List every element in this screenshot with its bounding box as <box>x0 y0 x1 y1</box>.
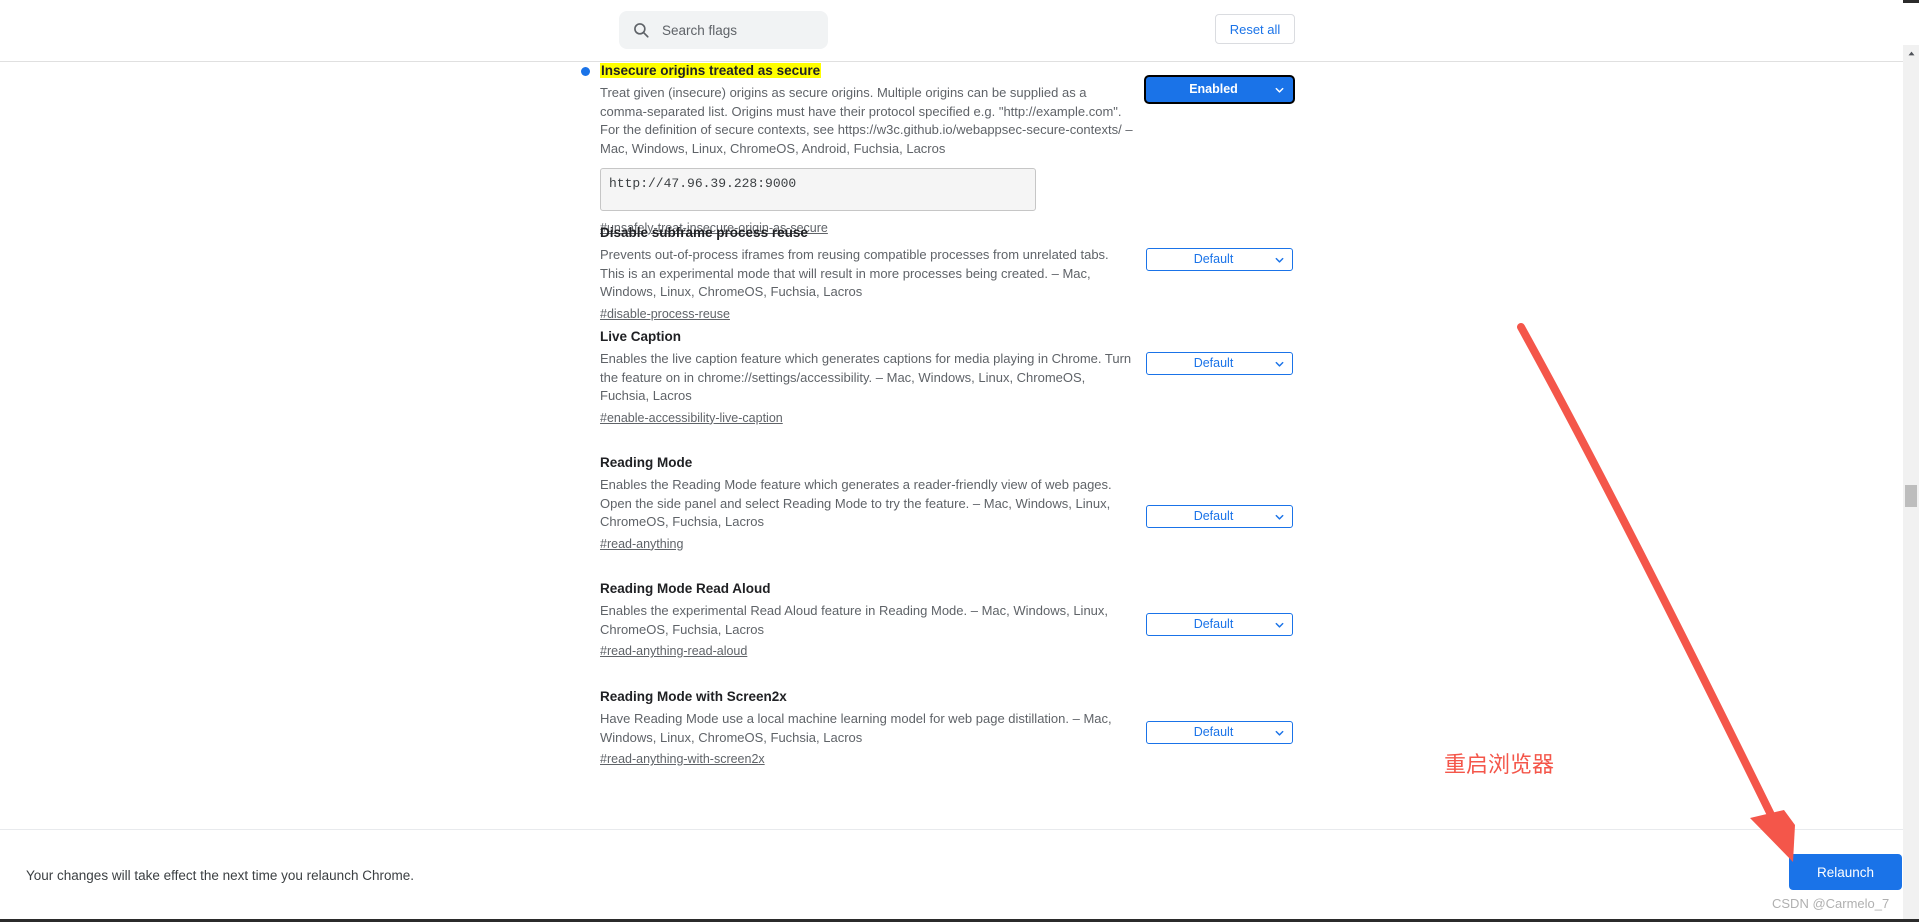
flag-select-wrap[interactable]: Default <box>1146 248 1293 271</box>
flag-value-input[interactable] <box>600 168 1036 212</box>
flag-description: Have Reading Mode use a local machine le… <box>600 711 1112 745</box>
flag-select[interactable]: Default <box>1146 248 1293 271</box>
flag-description: Enables the live caption feature which g… <box>600 351 1132 404</box>
flag-select[interactable]: Enabled <box>1146 77 1293 102</box>
flag-select[interactable]: Default <box>1146 721 1293 744</box>
flag-select-wrap[interactable]: Default <box>1146 505 1293 528</box>
chevron-up-icon <box>1908 51 1914 55</box>
flag-select[interactable]: Default <box>1146 505 1293 528</box>
flag-description: Treat given (insecure) origins as secure… <box>600 85 1133 156</box>
flag-select-wrap[interactable]: Default <box>1146 721 1293 744</box>
flag-title: Reading Mode with Screen2x <box>600 689 787 704</box>
flag-select-wrap[interactable]: Enabled <box>1146 77 1293 102</box>
flag-select-wrap[interactable]: Default <box>1146 613 1293 636</box>
flag-title-wrap: Reading Mode <box>600 454 1135 472</box>
scrollbar-thumb[interactable] <box>1905 485 1917 507</box>
flag-description: Enables the experimental Read Aloud feat… <box>600 603 1109 637</box>
flag-internal-name-link[interactable]: #read-anything-read-aloud <box>600 644 747 658</box>
annotation-note: 重启浏览器 <box>1444 753 1555 778</box>
watermark: CSDN @Carmelo_7 <box>1772 896 1890 911</box>
flag-select[interactable]: Default <box>1146 352 1293 375</box>
flag-title: Reading Mode Read Aloud <box>600 581 771 596</box>
chrome-flags-page: Reset all Insecure origins treated as se… <box>0 0 1919 922</box>
flag-internal-name-link[interactable]: #disable-process-reuse <box>600 307 730 321</box>
flag-title: Insecure origins treated as secure <box>600 63 822 78</box>
flag-title-wrap: Disable subframe process reuse <box>600 224 1135 242</box>
flag-select-wrap[interactable]: Default <box>1146 352 1293 375</box>
flag-title-wrap: Live Caption <box>600 328 1135 346</box>
flag-title: Live Caption <box>600 329 682 344</box>
search-input[interactable] <box>662 22 812 38</box>
relaunch-bar: Your changes will take effect the next t… <box>0 829 1903 922</box>
flags-list: Insecure origins treated as secure Treat… <box>0 62 1903 829</box>
flag-internal-name-link[interactable]: #read-anything-with-screen2x <box>600 752 765 766</box>
flag-title-wrap: Reading Mode Read Aloud <box>600 580 1135 598</box>
flag-title-wrap: Insecure origins treated as secure <box>600 62 1135 80</box>
search-icon <box>634 23 649 38</box>
flag-select[interactable]: Default <box>1146 613 1293 636</box>
search-box[interactable] <box>619 11 828 49</box>
flag-description: Prevents out-of-process iframes from reu… <box>600 247 1109 300</box>
relaunch-message: Your changes will take effect the next t… <box>26 868 414 883</box>
flag-title-wrap: Reading Mode with Screen2x <box>600 688 1135 706</box>
reset-all-button[interactable]: Reset all <box>1215 14 1295 44</box>
scroll-up-arrow-icon[interactable] <box>1903 45 1919 61</box>
flags-toolbar: Reset all <box>0 0 1903 62</box>
flag-modified-dot <box>581 67 590 76</box>
flag-internal-name-link[interactable]: #enable-accessibility-live-caption <box>600 411 783 425</box>
flag-title: Disable subframe process reuse <box>600 225 808 240</box>
vertical-scrollbar[interactable] <box>1903 45 1919 922</box>
relaunch-button[interactable]: Relaunch <box>1789 854 1902 890</box>
flag-description: Enables the Reading Mode feature which g… <box>600 477 1112 530</box>
flag-internal-name-link[interactable]: #read-anything <box>600 537 683 551</box>
flag-title: Reading Mode <box>600 455 693 470</box>
